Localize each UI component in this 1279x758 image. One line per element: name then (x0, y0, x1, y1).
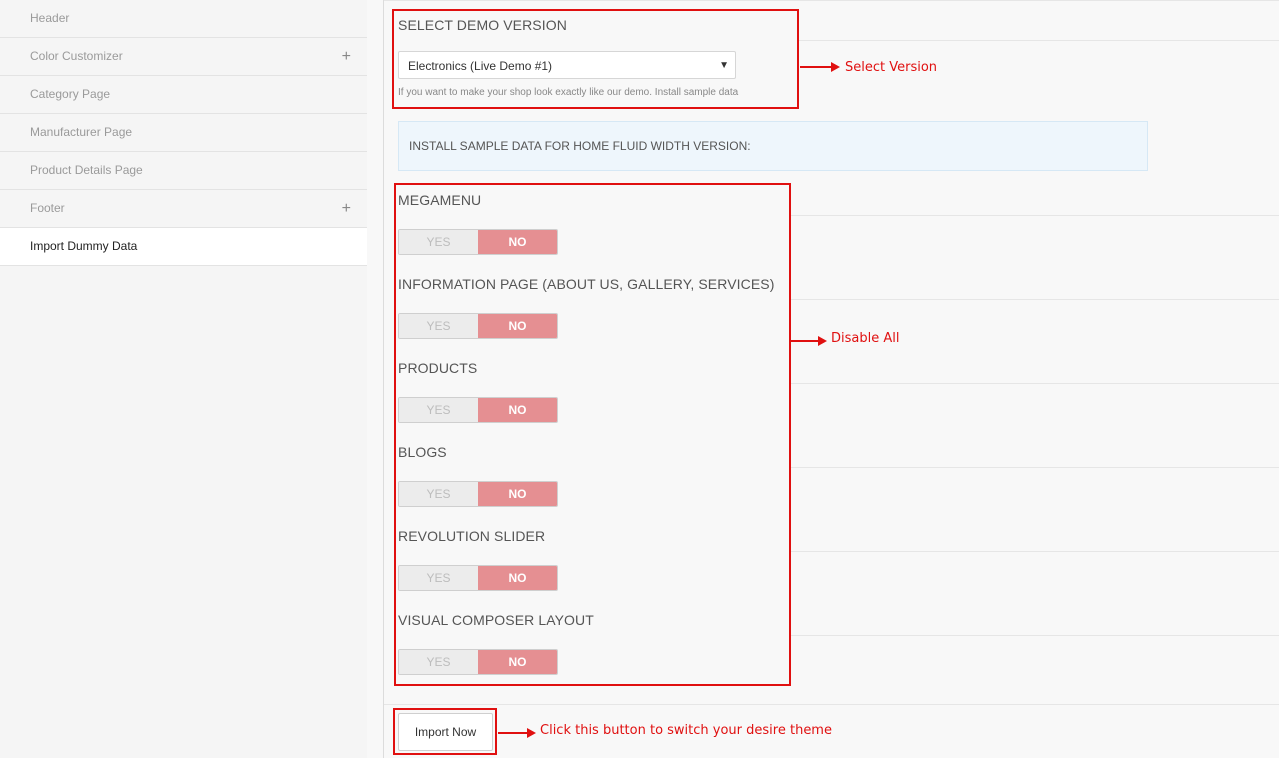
sidebar-item-label: Category Page (30, 87, 111, 101)
sidebar-item-category-page[interactable]: Category Page (0, 76, 367, 114)
divider (384, 704, 1279, 705)
sidebar-item-import-dummy-data[interactable]: Import Dummy Data (0, 228, 367, 266)
divider (790, 635, 1279, 636)
divider (790, 467, 1279, 468)
sidebar-item-footer[interactable]: Footer + (0, 190, 367, 228)
info-text: INSTALL SAMPLE DATA FOR HOME FLUID WIDTH… (409, 139, 751, 153)
info-box: INSTALL SAMPLE DATA FOR HOME FLUID WIDTH… (398, 121, 1148, 171)
sidebar-item-label: Manufacturer Page (30, 125, 133, 139)
annotation-disable-all: Disable All (831, 331, 900, 346)
sidebar-item-manufacturer-page[interactable]: Manufacturer Page (0, 114, 367, 152)
sidebar: Header Color Customizer + Category Page … (0, 0, 367, 758)
divider (790, 215, 1279, 216)
divider (790, 551, 1279, 552)
annotation-select-version: Select Version (845, 60, 938, 75)
sidebar-item-label: Import Dummy Data (30, 239, 138, 253)
plus-icon[interactable]: + (342, 190, 351, 227)
sidebar-item-header[interactable]: Header (0, 0, 367, 38)
sidebar-item-label: Product Details Page (30, 163, 143, 177)
arrow-icon (800, 62, 840, 72)
sidebar-item-label: Footer (30, 201, 65, 215)
divider (384, 0, 1279, 1)
sidebar-item-label: Color Customizer (30, 49, 123, 63)
sidebar-item-product-details-page[interactable]: Product Details Page (0, 152, 367, 190)
annotation-box-select-version (392, 9, 799, 109)
annotation-click-button: Click this button to switch your desire … (540, 723, 832, 738)
arrow-icon (498, 728, 536, 738)
divider (790, 299, 1279, 300)
sidebar-item-color-customizer[interactable]: Color Customizer + (0, 38, 367, 76)
arrow-icon (791, 336, 827, 346)
sidebar-item-label: Header (30, 11, 70, 25)
plus-icon[interactable]: + (342, 38, 351, 75)
divider (790, 383, 1279, 384)
annotation-box-import (393, 708, 497, 755)
divider (798, 40, 1279, 41)
annotation-box-disable-all (394, 183, 791, 686)
